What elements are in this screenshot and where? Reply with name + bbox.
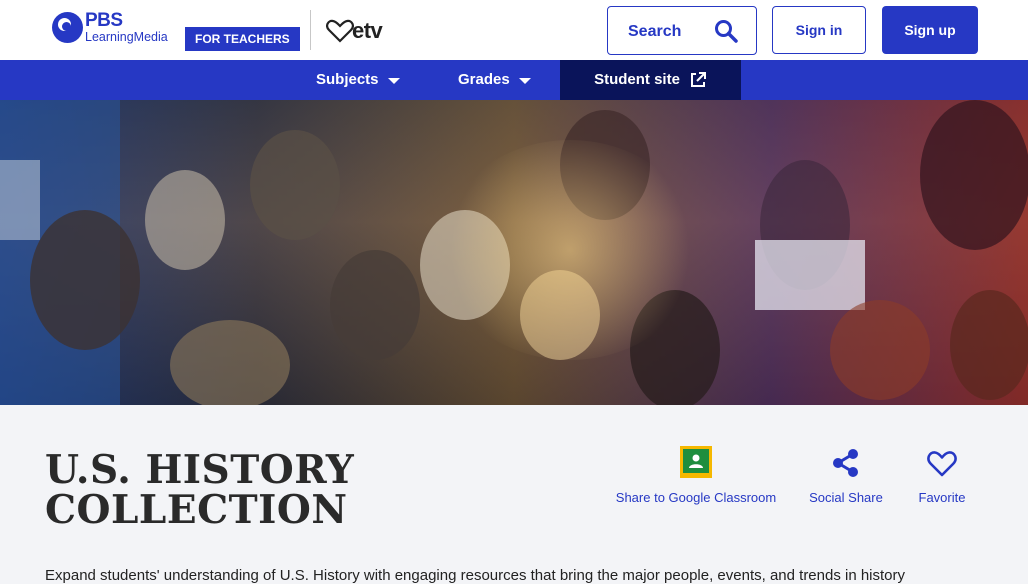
heart-icon [927, 451, 957, 477]
search-icon [715, 20, 738, 43]
collection-title-line2: COLLECTION [45, 487, 348, 533]
social-share-label: Social Share [809, 490, 883, 505]
collection-description: Expand students' understanding of U.S. H… [45, 567, 906, 584]
search-button[interactable]: Search [607, 6, 757, 55]
logo-learningmedia-text: LearningMedia [85, 30, 168, 44]
heart-outline-icon [326, 19, 354, 43]
share-google-classroom-label: Share to Google Classroom [615, 490, 777, 505]
nav-student-site[interactable]: Student site [560, 60, 741, 100]
caret-down-icon [518, 78, 531, 84]
for-teachers-badge: FOR TEACHERS [185, 27, 300, 51]
sign-up-button[interactable]: Sign up [882, 6, 978, 54]
collection-title: U.S. HISTORY COLLECTION [45, 450, 354, 530]
search-label: Search [628, 23, 682, 40]
collection-title-line1: U.S. HISTORY [45, 447, 355, 493]
share-icon [833, 449, 858, 477]
header-divider [310, 10, 311, 50]
pbs-learningmedia-logo[interactable]: PBS LearningMedia [52, 11, 168, 44]
favorite-label: Favorite [918, 490, 966, 505]
pbs-head-icon [52, 11, 83, 43]
nav-subjects[interactable]: Subjects [316, 60, 400, 100]
logo-pbs-text: PBS [85, 10, 123, 31]
google-classroom-icon [680, 446, 712, 478]
main-nav: Subjects Grades Student site [0, 60, 1028, 100]
hero-collage-image [0, 100, 1028, 405]
etv-logo-text: etv [352, 18, 383, 43]
favorite-button[interactable]: Favorite [910, 446, 974, 505]
caret-down-icon [387, 78, 400, 84]
etv-logo[interactable]: etv [326, 18, 383, 44]
nav-subjects-label: Subjects [316, 71, 379, 88]
external-link-icon [690, 72, 706, 87]
site-header: PBS LearningMedia FOR TEACHERS etv Searc… [0, 0, 1028, 60]
social-share-button[interactable]: Social Share [806, 446, 886, 505]
nav-grades[interactable]: Grades [458, 60, 531, 100]
share-google-classroom-button[interactable]: Share to Google Classroom [611, 446, 781, 505]
nav-grades-label: Grades [458, 71, 510, 88]
sign-in-button[interactable]: Sign in [772, 6, 866, 54]
nav-student-site-label: Student site [594, 71, 680, 88]
